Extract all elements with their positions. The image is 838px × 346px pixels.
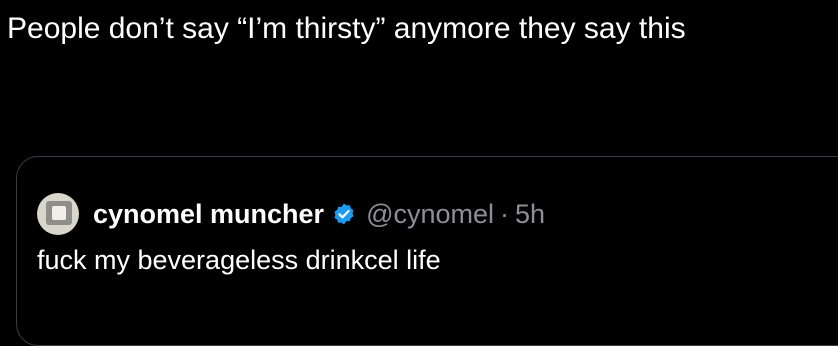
avatar-icon[interactable]: [37, 193, 79, 235]
quoted-tweet-header: cynomel muncher @cynomel · 5h: [37, 193, 545, 235]
handle[interactable]: @cynomel: [366, 199, 494, 230]
quoted-tweet-text: fuck my beverageless drinkcel life: [37, 245, 441, 275]
separator-dot: ·: [500, 198, 510, 229]
verified-badge-icon: [334, 203, 354, 225]
display-name[interactable]: cynomel muncher: [93, 199, 324, 230]
quoted-tweet-card[interactable]: cynomel muncher @cynomel · 5h fuck my be…: [16, 156, 838, 346]
tweet-text: People don’t say “I’m thirsty” anymore t…: [7, 12, 686, 45]
timestamp[interactable]: 5h: [515, 199, 545, 230]
